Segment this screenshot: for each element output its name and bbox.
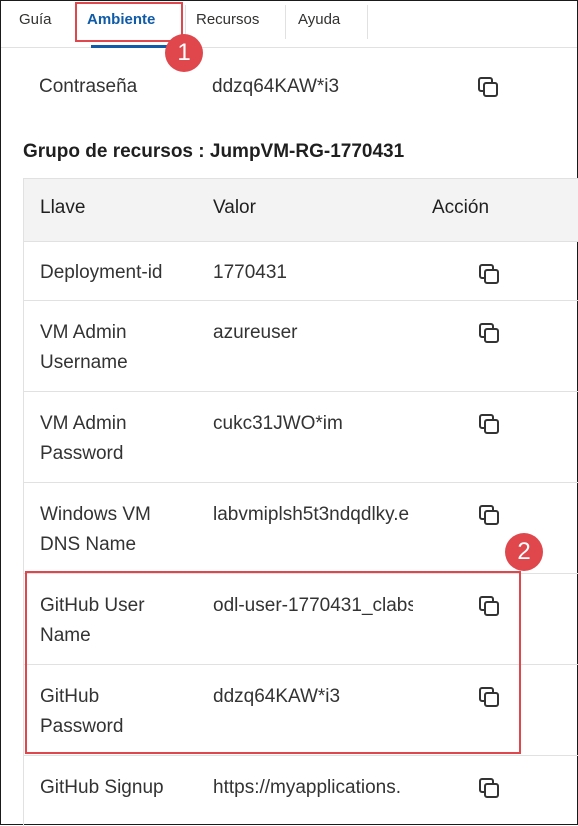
tab-recursos[interactable]: Recursos (196, 11, 259, 28)
key-contrasena: Contraseña (39, 76, 138, 97)
row-divider (24, 482, 578, 483)
key-line: Username (40, 352, 128, 373)
row-divider (24, 391, 578, 392)
key-line: Windows VM (40, 504, 151, 525)
copy-icon[interactable] (477, 321, 501, 345)
copy-icon[interactable] (477, 412, 501, 436)
key-line: VM Admin (40, 322, 127, 343)
copy-icon[interactable] (477, 503, 501, 527)
header-value: Valor (213, 197, 256, 218)
table-header: Llave Valor Acción (24, 178, 578, 242)
group-title: Grupo de recursos : JumpVM-RG-1770431 (23, 141, 405, 162)
header-action: Acción (432, 197, 490, 218)
key-github-signup: GitHub Signup (40, 777, 164, 798)
key-vm-admin-password: VM Admin Password (40, 409, 127, 469)
step-marker-1: 1 (165, 34, 203, 72)
value-github-signup: https://myapplications. (213, 777, 401, 798)
key-vm-admin-username: VM Admin Username (40, 318, 128, 378)
key-line: DNS Name (40, 534, 137, 555)
tab-divider (367, 5, 368, 39)
copy-icon[interactable] (476, 75, 500, 99)
row-divider (24, 300, 578, 301)
tab-divider (285, 5, 286, 39)
key-windows-vm-dns-name: Windows VM DNS Name (40, 500, 151, 560)
tab-guia[interactable]: Guía (19, 11, 52, 28)
key-line: VM Admin (40, 413, 127, 434)
value-windows-vm-dns-name: labvmiplsh5t3ndqdlky.e (213, 504, 410, 525)
step-marker-2: 2 (505, 533, 543, 571)
tab-ayuda[interactable]: Ayuda (298, 11, 340, 28)
row-divider (24, 755, 578, 756)
copy-icon[interactable] (477, 262, 501, 286)
header-key: Llave (40, 197, 86, 218)
copy-icon[interactable] (477, 776, 501, 800)
highlight-box-tab (75, 2, 183, 42)
value-vm-admin-username: azureuser (213, 322, 298, 343)
active-tab-indicator (91, 45, 169, 48)
value-vm-admin-password: cukc31JWO*im (213, 413, 343, 434)
key-line: Password (40, 443, 124, 464)
value-contrasena: ddzq64KAW*i3 (212, 76, 340, 97)
key-deployment-id: Deployment-id (40, 262, 163, 283)
highlight-box-github (25, 571, 521, 754)
value-deployment-id: 1770431 (213, 262, 287, 283)
